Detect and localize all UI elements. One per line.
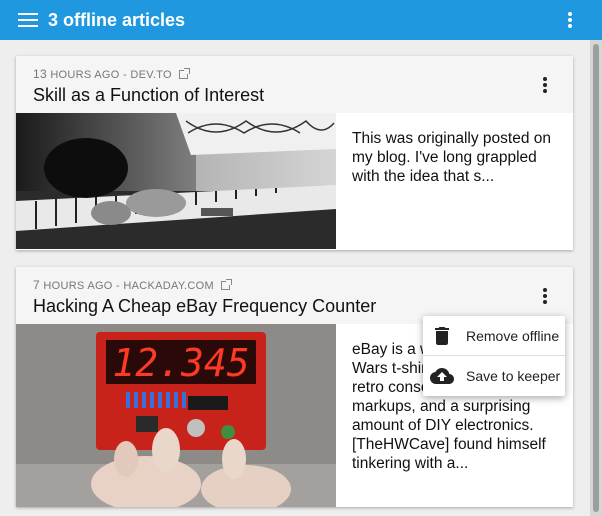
trash-icon xyxy=(435,327,449,345)
external-link-icon[interactable] xyxy=(221,279,233,290)
article-image-piano[interactable] xyxy=(16,113,336,249)
article-time-number: 13 xyxy=(33,67,47,81)
led-display-value: 12.345 xyxy=(112,341,249,385)
hamburger-menu-icon[interactable] xyxy=(18,13,38,27)
cloud-upload-icon xyxy=(430,368,454,384)
article-context-menu: Remove offline Save to keeper xyxy=(423,316,565,396)
article-card[interactable]: 13 HOURS AGO - DEV.TO Skill as a Functio… xyxy=(16,56,573,250)
article-meta: 7 HOURS AGO - HACKADAY.COM xyxy=(33,278,233,292)
article-time-unit: HOURS AGO xyxy=(50,69,120,81)
article-title[interactable]: Hacking A Cheap eBay Frequency Counter xyxy=(33,295,376,317)
scrollbar-thumb[interactable] xyxy=(593,44,599,512)
article-body: This was originally posted on my blog. I… xyxy=(16,113,573,249)
article-more-icon[interactable] xyxy=(543,288,547,304)
scrollbar[interactable] xyxy=(590,40,602,516)
article-time-unit: HOURS AGO xyxy=(43,280,113,292)
save-to-keeper-menu-item[interactable]: Save to keeper xyxy=(423,356,565,396)
app-bar: 3 offline articles xyxy=(0,0,602,40)
page-title: 3 offline articles xyxy=(48,10,186,30)
article-title[interactable]: Skill as a Function of Interest xyxy=(33,84,264,106)
article-header: 13 HOURS AGO - DEV.TO Skill as a Functio… xyxy=(16,56,573,113)
article-source[interactable]: HACKADAY.COM xyxy=(123,280,214,292)
external-link-icon[interactable] xyxy=(179,68,191,79)
article-source[interactable]: DEV.TO xyxy=(130,69,172,81)
article-more-icon[interactable] xyxy=(543,77,547,93)
article-meta: 13 HOURS AGO - DEV.TO xyxy=(33,67,191,81)
article-time-number: 7 xyxy=(33,278,40,292)
article-image-frequency-counter[interactable]: 12.345 xyxy=(16,324,336,507)
menu-item-label: Remove offline xyxy=(466,328,560,344)
remove-offline-menu-item[interactable]: Remove offline xyxy=(423,316,565,356)
article-excerpt[interactable]: This was originally posted on my blog. I… xyxy=(352,129,564,186)
menu-item-label: Save to keeper xyxy=(466,368,561,384)
overflow-menu-icon[interactable] xyxy=(568,12,572,28)
